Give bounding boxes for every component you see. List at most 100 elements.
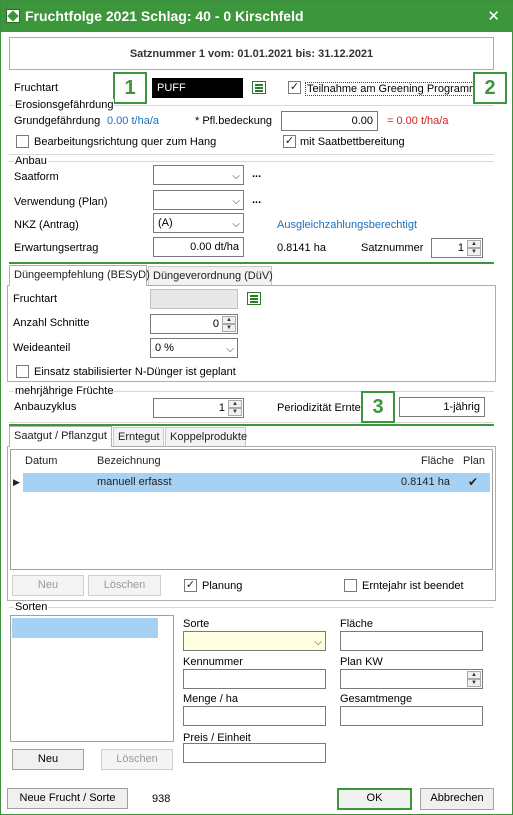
title-bar[interactable]: Fruchtfolge 2021 Schlag: 40 - 0 Kirschfe… [1, 1, 513, 32]
mehrj-legend: mehrjährige Früchte [14, 385, 115, 397]
satz-label: Satznummer [361, 242, 424, 254]
list-picker-icon[interactable] [252, 81, 266, 94]
sorten-list[interactable] [10, 615, 174, 742]
saatform-more-button[interactable]: ... [252, 168, 261, 180]
chevron-down-icon: ⌵ [232, 171, 240, 182]
spin-down-icon[interactable]: ▼ [467, 679, 481, 687]
nkz-select[interactable]: (A) ⌵ [153, 213, 244, 233]
sorten-legend: Sorten [14, 601, 49, 613]
plankw-label: Plan KW [340, 656, 383, 668]
schnitte-label: Anzahl Schnitte [13, 317, 90, 329]
spin-up-icon[interactable]: ▲ [467, 240, 481, 248]
tab-koppelprodukte[interactable]: Koppelprodukte [165, 427, 247, 447]
erosion-legend: Erosionsgefährdung [14, 99, 115, 111]
pfl-label: * Pfl.bedeckung [195, 115, 273, 127]
callout-2: 2 [473, 72, 507, 104]
verwendung-select[interactable]: ⌵ [153, 190, 244, 210]
saatgut-new-button[interactable]: Neu [12, 575, 84, 596]
menge-label: Menge / ha [183, 693, 239, 705]
greening-label: Teilnahme am Greening Programm [305, 82, 481, 96]
spin-up-icon[interactable]: ▲ [467, 671, 481, 679]
grund-value: 0.00 t/ha/a [107, 115, 159, 127]
close-icon[interactable]: ✕ [487, 7, 500, 25]
ausgleich-link[interactable]: Ausgleichzahlungsberechtigt [277, 219, 417, 231]
tab-erntegut[interactable]: Erntegut [113, 427, 164, 447]
col-datum[interactable]: Datum [25, 455, 57, 467]
dialog-window: Fruchtfolge 2021 Schlag: 40 - 0 Kirschfe… [0, 0, 513, 815]
anbau-legend: Anbau [14, 155, 48, 167]
row-pointer-icon: ▶ [13, 477, 20, 487]
greening-checkbox[interactable]: ✓ [288, 81, 301, 94]
sorten-delete-button[interactable]: Löschen [101, 749, 173, 770]
flaeche-input[interactable] [340, 631, 483, 651]
spin-down-icon[interactable]: ▼ [467, 248, 481, 256]
ertrag-label: Erwartungsertrag [14, 242, 99, 254]
saatgut-grid[interactable]: Datum Bezeichnung Fläche Plan ▶ manuell … [10, 449, 493, 570]
zyklus-spinner[interactable]: 1 ▲ ▼ [153, 398, 244, 418]
fruchtart-input[interactable]: PUFF [152, 78, 243, 98]
sorte-select[interactable]: ⌵ [183, 631, 326, 651]
erosion-result: = 0.00 t/ha/a [387, 115, 449, 127]
saatgut-delete-button[interactable]: Löschen [88, 575, 161, 596]
col-bezeichnung[interactable]: Bezeichnung [97, 455, 161, 467]
menge-input[interactable] [183, 706, 326, 726]
quer-label: Bearbeitungsrichtung quer zum Hang [34, 136, 217, 148]
verwendung-more-button[interactable]: ... [252, 194, 261, 206]
period-input[interactable]: 1-jährig [399, 397, 485, 417]
record-header: Satznummer 1 vom: 01.01.2021 bis: 31.12.… [129, 48, 374, 60]
kennnummer-input[interactable] [183, 669, 326, 689]
spin-up-icon[interactable]: ▲ [228, 400, 242, 408]
fruchtart-label: Fruchtart [14, 82, 59, 94]
grund-label: Grundgefährdung [14, 115, 101, 127]
pfl-input[interactable]: 0.00 [281, 111, 378, 131]
sorte-label: Sorte [183, 618, 210, 630]
duenge-fruchtart-input [150, 289, 238, 309]
nkz-label: NKZ (Antrag) [14, 219, 79, 231]
stab-label: Einsatz stabilisierter N-Dünger ist gepl… [34, 366, 236, 378]
tab-separator [9, 262, 494, 264]
preis-input[interactable] [183, 743, 326, 763]
satz-spinner[interactable]: 1 ▲ ▼ [431, 238, 483, 258]
spin-down-icon[interactable]: ▼ [222, 324, 236, 332]
planung-checkbox[interactable]: ✓ [184, 579, 197, 592]
ertrag-input[interactable]: 0.00 dt/ha [153, 237, 244, 257]
verwendung-label: Verwendung (Plan) [14, 196, 108, 208]
zyklus-label: Anbauzyklus [14, 401, 77, 413]
ok-button[interactable]: OK [337, 788, 412, 810]
col-plan[interactable]: Plan [463, 455, 485, 467]
callout-3: 3 [361, 391, 395, 423]
flaeche-label: Fläche [340, 618, 374, 630]
spin-up-icon[interactable]: ▲ [222, 316, 236, 324]
table-row[interactable]: manuell erfasst 0.8141 ha ✔ [23, 473, 490, 492]
quer-checkbox[interactable] [16, 135, 29, 148]
row-bezeichnung: manuell erfasst [97, 476, 172, 488]
sorten-new-button[interactable]: Neu [12, 749, 84, 770]
erntejahr-checkbox[interactable] [344, 579, 357, 592]
saatbett-label: mit Saatbettbereitung [300, 136, 405, 148]
new-fruit-button[interactable]: Neue Frucht / Sorte [7, 788, 128, 809]
cancel-button[interactable]: Abbrechen [420, 788, 494, 810]
tab-duengeempfehlung[interactable]: Düngeempfehlung (BESyD) [9, 265, 150, 286]
chevron-down-icon: ⌵ [226, 344, 234, 355]
saatform-label: Saatform [14, 171, 59, 183]
list-picker-icon[interactable] [247, 292, 261, 305]
col-flaeche[interactable]: Fläche [421, 455, 454, 467]
schnitte-spinner[interactable]: 0 ▲ ▼ [150, 314, 238, 334]
spin-down-icon[interactable]: ▼ [228, 408, 242, 416]
saatform-select[interactable]: ⌵ [153, 165, 244, 185]
tab-saatgut[interactable]: Saatgut / Pflanzgut [9, 426, 112, 447]
weide-select[interactable]: 0 % ⌵ [150, 338, 238, 358]
plankw-spinner[interactable]: ▲ ▼ [340, 669, 483, 689]
gesamt-input[interactable] [340, 706, 483, 726]
saatbett-checkbox[interactable]: ✓ [283, 135, 296, 148]
planung-label: Planung [202, 580, 243, 592]
duenge-fruchtart-label: Fruchtart [13, 293, 58, 305]
list-item[interactable] [12, 618, 158, 638]
header-panel: Satznummer 1 vom: 01.01.2021 bis: 31.12.… [9, 37, 494, 70]
gesamt-label: Gesamtmenge [340, 693, 413, 705]
erntejahr-label: Erntejahr ist beendet [362, 580, 464, 592]
weide-label: Weideanteil [13, 342, 71, 354]
tab-duengeverordnung[interactable]: Düngeverordnung (DüV) [148, 266, 273, 286]
stab-checkbox[interactable] [16, 365, 29, 378]
nkz-value: (A) [158, 217, 173, 229]
